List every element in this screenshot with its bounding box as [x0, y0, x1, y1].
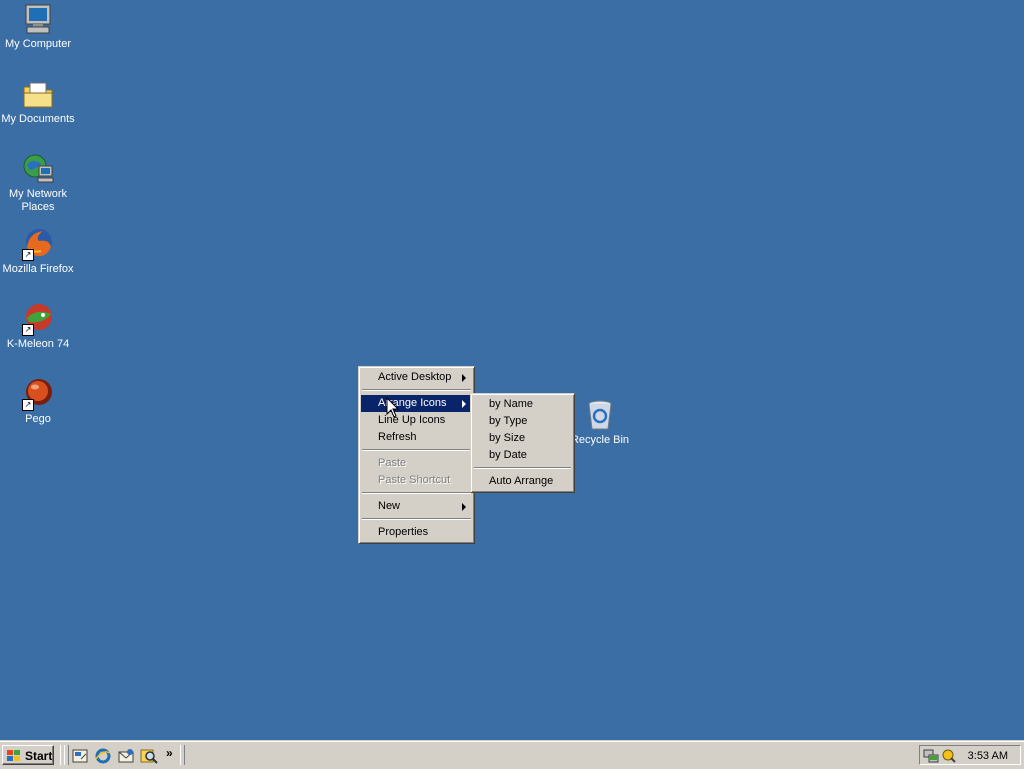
desktop-icon-label: Pego: [25, 413, 51, 425]
network-tray-icon[interactable]: [923, 748, 939, 764]
toolbar-grip[interactable]: [180, 745, 185, 765]
desktop-context-menu: Active Desktop Arrange Icons Line Up Ico…: [358, 366, 475, 544]
menu-separator: [474, 467, 571, 469]
menu-separator: [362, 389, 471, 391]
desktop-icon-my-documents[interactable]: My Documents: [0, 77, 76, 126]
desktop-icon-label: My Network Places: [8, 188, 68, 213]
desktop-icon-label: Mozilla Firefox: [2, 263, 74, 275]
shortcut-arrow-icon: ↗: [22, 399, 34, 411]
menu-separator: [362, 449, 471, 451]
my-documents-folder-icon: [21, 77, 55, 111]
menu-item-label: by Name: [489, 398, 534, 410]
shortcut-arrow-icon: ↗: [22, 249, 34, 261]
menu-item-by-name[interactable]: by Name: [473, 396, 572, 413]
menu-item-paste: Paste: [361, 455, 472, 472]
menu-item-label: Arrange Icons: [378, 397, 447, 409]
system-tray: 3:53 AM: [919, 745, 1021, 765]
menu-item-label: New: [378, 500, 401, 512]
desktop-icon-k-meleon[interactable]: ↗ K-Meleon 74: [0, 302, 76, 351]
recycle-bin-icon: [583, 398, 617, 432]
menu-item-label: Active Desktop: [378, 371, 452, 383]
menu-item-label: by Size: [489, 432, 526, 444]
taskbar: Start » 3:53 AM: [0, 740, 1024, 769]
submenu-arrow-icon: [462, 400, 466, 408]
menu-item-label: by Date: [489, 449, 527, 461]
menu-item-arrange-icons[interactable]: Arrange Icons: [361, 395, 472, 412]
desktop-icon-label: My Computer: [4, 38, 72, 50]
desktop-icon-my-computer[interactable]: My Computer: [0, 2, 76, 51]
outlook-express-icon[interactable]: [117, 747, 135, 765]
menu-item-label: Auto Arrange: [489, 475, 554, 487]
menu-item-by-type[interactable]: by Type: [473, 413, 572, 430]
menu-item-new[interactable]: New: [361, 498, 472, 515]
menu-item-label: Refresh: [378, 431, 417, 443]
menu-item-refresh[interactable]: Refresh: [361, 429, 472, 446]
pego-icon: ↗: [21, 377, 55, 411]
my-computer-icon: [21, 2, 55, 36]
menu-item-active-desktop[interactable]: Active Desktop: [361, 369, 472, 386]
start-button[interactable]: Start: [2, 745, 54, 765]
menu-item-paste-shortcut: Paste Shortcut: [361, 472, 472, 489]
menu-item-label: Line Up Icons: [378, 414, 446, 426]
show-desktop-icon[interactable]: [71, 747, 89, 765]
shortcut-arrow-icon: ↗: [22, 324, 34, 336]
firefox-icon: ↗: [21, 227, 55, 261]
menu-item-label: Paste Shortcut: [378, 474, 451, 486]
menu-separator: [362, 492, 471, 494]
desktop-icon-network-places[interactable]: My Network Places: [0, 152, 76, 214]
menu-item-line-up-icons[interactable]: Line Up Icons: [361, 412, 472, 429]
search-icon[interactable]: [140, 747, 158, 765]
menu-item-label: Properties: [378, 526, 429, 538]
network-places-icon: [21, 152, 55, 186]
menu-item-by-size[interactable]: by Size: [473, 430, 572, 447]
desktop-icon-firefox[interactable]: ↗ Mozilla Firefox: [0, 227, 76, 276]
k-meleon-icon: ↗: [21, 302, 55, 336]
menu-item-auto-arrange[interactable]: Auto Arrange: [473, 473, 572, 490]
quick-launch-chevron[interactable]: »: [166, 746, 173, 760]
arrange-icons-submenu: by Name by Type by Size by Date Auto Arr…: [470, 393, 575, 493]
menu-item-label: Paste: [378, 457, 407, 469]
menu-separator: [362, 518, 471, 520]
menu-item-by-date[interactable]: by Date: [473, 447, 572, 464]
windows-logo-icon: [7, 750, 20, 761]
desktop-icon-label: My Documents: [1, 113, 75, 125]
submenu-arrow-icon: [462, 503, 466, 511]
volume-tray-icon[interactable]: [941, 748, 957, 764]
start-label: Start: [25, 749, 53, 763]
toolbar-grip[interactable]: [64, 745, 69, 765]
menu-item-label: by Type: [489, 415, 528, 427]
internet-explorer-icon[interactable]: [94, 747, 112, 765]
desktop-icon-pego[interactable]: ↗ Pego: [0, 377, 76, 426]
submenu-arrow-icon: [462, 374, 466, 382]
menu-item-properties[interactable]: Properties: [361, 524, 472, 541]
taskbar-clock[interactable]: 3:53 AM: [968, 750, 1008, 762]
desktop-icon-label: K-Meleon 74: [6, 338, 70, 350]
